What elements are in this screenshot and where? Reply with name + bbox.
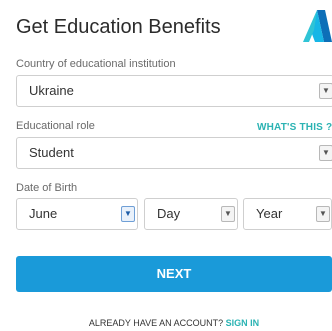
birth-day-select[interactable]: Day ▼ bbox=[144, 198, 238, 230]
signin-prompt: ALREADY HAVE AN ACCOUNT? SIGN IN bbox=[16, 318, 332, 328]
country-value: Ukraine bbox=[29, 83, 74, 98]
birth-day-value: Day bbox=[157, 206, 181, 221]
sign-in-link[interactable]: SIGN IN bbox=[226, 318, 260, 328]
birth-month-value: June bbox=[29, 206, 58, 221]
chevron-down-icon[interactable]: ▼ bbox=[221, 206, 235, 222]
dob-label: Date of Birth bbox=[16, 182, 78, 194]
chevron-down-icon[interactable]: ▼ bbox=[319, 145, 332, 161]
chevron-down-icon[interactable]: ▼ bbox=[319, 83, 332, 99]
chevron-down-icon[interactable]: ▼ bbox=[316, 206, 330, 222]
country-label: Country of educational institution bbox=[16, 58, 176, 70]
whats-this-link[interactable]: WHAT'S THIS ? bbox=[257, 122, 332, 133]
birth-year-select[interactable]: Year ▼ bbox=[243, 198, 332, 230]
birth-year-value: Year bbox=[256, 206, 283, 221]
next-button[interactable]: NEXT bbox=[16, 256, 332, 292]
account-prompt-text: ALREADY HAVE AN ACCOUNT? bbox=[88, 318, 224, 328]
role-value: Student bbox=[29, 145, 74, 160]
chevron-down-icon[interactable]: ▼ bbox=[121, 206, 135, 222]
birth-month-select[interactable]: June ▼ bbox=[16, 198, 138, 230]
role-select[interactable]: Student ▼ bbox=[16, 137, 332, 169]
country-select[interactable]: Ukraine ▼ bbox=[16, 75, 332, 107]
page-title: Get Education Benefits bbox=[16, 16, 221, 38]
autodesk-logo-icon bbox=[303, 10, 332, 42]
role-label: Educational role bbox=[16, 120, 95, 132]
